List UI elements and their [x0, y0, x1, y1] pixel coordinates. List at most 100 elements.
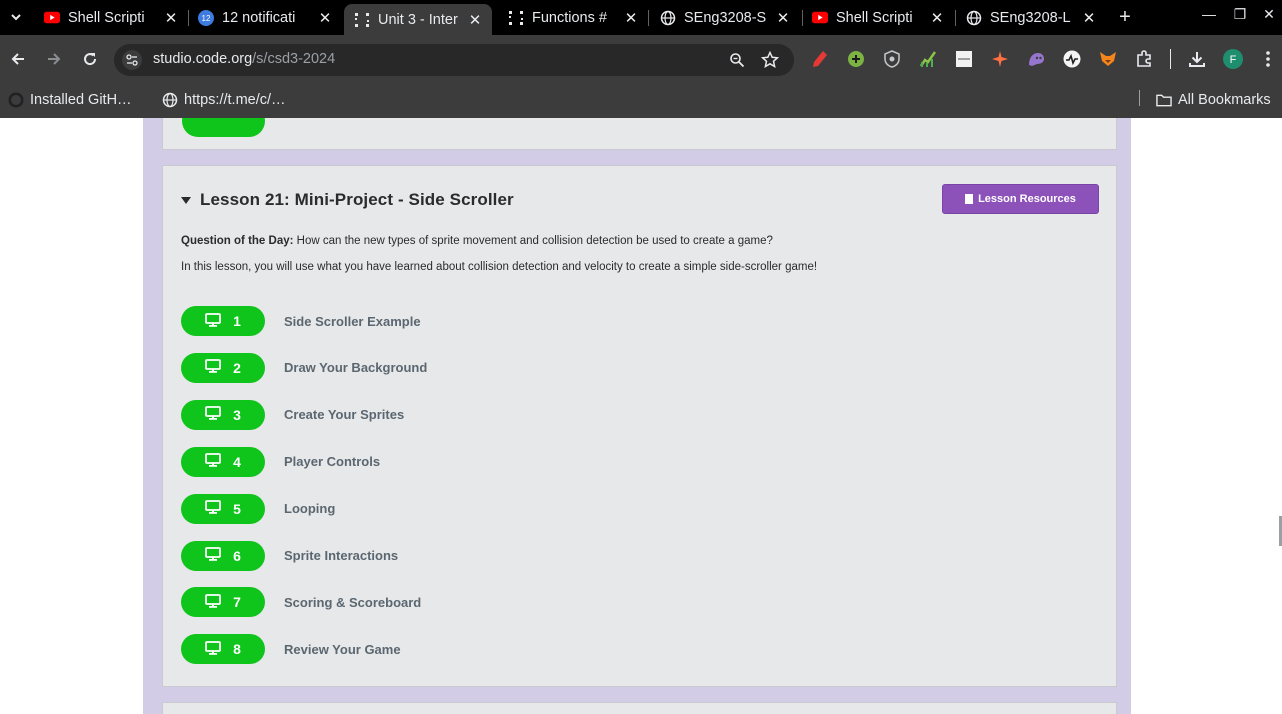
close-icon[interactable]: ✕ — [162, 9, 180, 27]
address-bar[interactable]: studio.code.org/s/csd3-2024 — [114, 44, 794, 76]
level-row[interactable]: 7 Scoring & Scoreboard — [181, 587, 421, 618]
level-row[interactable]: 5 Looping — [181, 493, 335, 524]
level-name[interactable]: Looping — [284, 501, 335, 516]
level-number: 6 — [233, 547, 241, 564]
level-row[interactable]: 1 Side Scroller Example — [181, 306, 421, 336]
tab-seng3208-s[interactable]: SEng3208-S ✕ — [650, 4, 800, 31]
close-icon[interactable]: ✕ — [466, 11, 484, 29]
tab-title: Shell Scripti — [836, 9, 913, 26]
site-info-icon[interactable] — [122, 50, 142, 70]
lesson-header[interactable]: Lesson 21: Mini-Project - Side Scroller — [181, 190, 514, 210]
extension-plus-icon[interactable] — [846, 49, 866, 69]
level-row[interactable]: 3 Create Your Sprites — [181, 399, 404, 430]
extension-shield-icon[interactable] — [882, 49, 902, 69]
all-bookmarks-label: All Bookmarks — [1178, 92, 1271, 108]
all-bookmarks-button[interactable]: All Bookmarks — [1156, 89, 1271, 111]
monitor-icon — [205, 547, 221, 564]
monitor-icon — [205, 453, 221, 470]
extensions-puzzle-icon[interactable] — [1134, 49, 1154, 69]
tab-seng3208-l[interactable]: SEng3208-L ✕ — [956, 4, 1106, 31]
level-number: 4 — [233, 453, 241, 470]
level-number: 2 — [233, 359, 241, 376]
level-name[interactable]: Review Your Game — [284, 642, 401, 657]
lesson-title: Lesson 21: Mini-Project - Side Scroller — [200, 190, 514, 209]
new-tab-button[interactable]: + — [1114, 6, 1136, 28]
notification-badge-icon: 12 — [198, 9, 214, 26]
youtube-icon — [812, 10, 828, 26]
github-icon — [8, 92, 24, 108]
level-number: 3 — [233, 406, 241, 423]
profile-avatar[interactable]: F — [1223, 49, 1243, 69]
close-icon[interactable]: ✕ — [316, 9, 334, 27]
level-bubble-7[interactable]: 7 — [181, 587, 265, 618]
tab-functions[interactable]: Functions # ✕ — [498, 4, 648, 31]
level-bubble[interactable] — [182, 118, 265, 137]
downloads-icon[interactable] — [1187, 49, 1207, 69]
folder-icon — [1156, 92, 1172, 108]
level-bubble-1[interactable]: 1 — [181, 306, 265, 336]
next-lesson-card — [162, 702, 1117, 714]
lesson-resources-button[interactable]: Lesson Resources — [942, 184, 1099, 214]
bookmark-label: Installed GitH… — [30, 92, 132, 108]
reload-button[interactable] — [78, 47, 102, 71]
browser-toolbar: studio.code.org/s/csd3-2024 F — [0, 35, 1282, 84]
level-bubble-3[interactable]: 3 — [181, 399, 265, 430]
bookmark-star-icon[interactable] — [760, 50, 780, 70]
close-icon[interactable]: ✕ — [774, 9, 792, 27]
close-icon[interactable]: ✕ — [622, 9, 640, 27]
level-bubble-8[interactable]: 8 — [181, 634, 265, 665]
level-name[interactable]: Side Scroller Example — [284, 314, 421, 329]
level-bubble-2[interactable]: 2 — [181, 352, 265, 383]
extension-chart-icon[interactable] — [918, 49, 938, 69]
level-name[interactable]: Scoring & Scoreboard — [284, 595, 421, 610]
close-icon[interactable]: ✕ — [1080, 9, 1098, 27]
level-bubble-5[interactable]: 5 — [181, 493, 265, 524]
back-button[interactable] — [6, 47, 30, 71]
caret-down-icon[interactable] — [181, 196, 191, 204]
level-number: 5 — [233, 500, 241, 517]
globe-icon — [660, 10, 676, 26]
monitor-icon — [205, 640, 221, 658]
page-content: Lesson 21: Mini-Project - Side Scroller … — [0, 118, 1282, 714]
monitor-icon — [205, 312, 221, 330]
level-number: 7 — [233, 594, 241, 611]
bookmarks-divider — [1139, 90, 1140, 106]
close-icon[interactable]: ✕ — [928, 9, 946, 27]
minimize-button[interactable]: — — [1198, 6, 1220, 22]
url-text[interactable]: studio.code.org/s/csd3-2024 — [153, 51, 335, 67]
tab-shell-scripting-2[interactable]: Shell Scripti ✕ — [802, 4, 954, 31]
tab-shell-scripting-1[interactable]: Shell Scripti ✕ — [34, 4, 188, 31]
level-name[interactable]: Player Controls — [284, 454, 380, 469]
extension-ghost-icon[interactable] — [1026, 49, 1046, 69]
level-number: 1 — [233, 313, 241, 329]
level-bubble-4[interactable]: 4 — [181, 446, 265, 477]
level-row[interactable]: 6 Sprite Interactions — [181, 540, 398, 571]
extension-square-icon[interactable] — [954, 49, 974, 69]
zoom-icon[interactable] — [727, 50, 747, 70]
extension-pulse-icon[interactable] — [1062, 49, 1082, 69]
close-window-button[interactable]: ✕ — [1258, 6, 1280, 23]
bookmark-installed-github[interactable]: Installed GitH… — [8, 89, 132, 111]
extension-fox-icon[interactable] — [1098, 49, 1118, 69]
forward-button[interactable] — [42, 47, 66, 71]
svg-text:F: F — [1230, 54, 1237, 66]
monitor-icon — [205, 500, 221, 517]
tab-search-button[interactable] — [4, 5, 28, 29]
level-bubble-6[interactable]: 6 — [181, 540, 265, 571]
level-name[interactable]: Draw Your Background — [284, 360, 427, 375]
restore-button[interactable]: ❐ — [1229, 6, 1251, 23]
level-row[interactable]: 8 Review Your Game — [181, 634, 401, 665]
extension-burst-icon[interactable] — [990, 49, 1010, 69]
arrow-left-icon — [11, 53, 24, 65]
bookmark-telegram[interactable]: https://t.me/c/… — [162, 89, 286, 111]
tab-notifications[interactable]: 12 12 notificati ✕ — [188, 4, 342, 31]
browser-menu-icon[interactable] — [1258, 49, 1278, 69]
level-row[interactable]: 4 Player Controls — [181, 446, 380, 477]
bookmark-label: https://t.me/c/… — [184, 92, 286, 108]
level-row[interactable]: 2 Draw Your Background — [181, 352, 427, 383]
extension-pen-icon[interactable] — [810, 49, 830, 69]
level-name[interactable]: Create Your Sprites — [284, 407, 404, 422]
level-name[interactable]: Sprite Interactions — [284, 548, 398, 563]
tab-unit-3-active[interactable]: Unit 3 - Inter ✕ — [344, 4, 492, 35]
question-of-the-day: Question of the Day: How can the new typ… — [181, 235, 773, 247]
